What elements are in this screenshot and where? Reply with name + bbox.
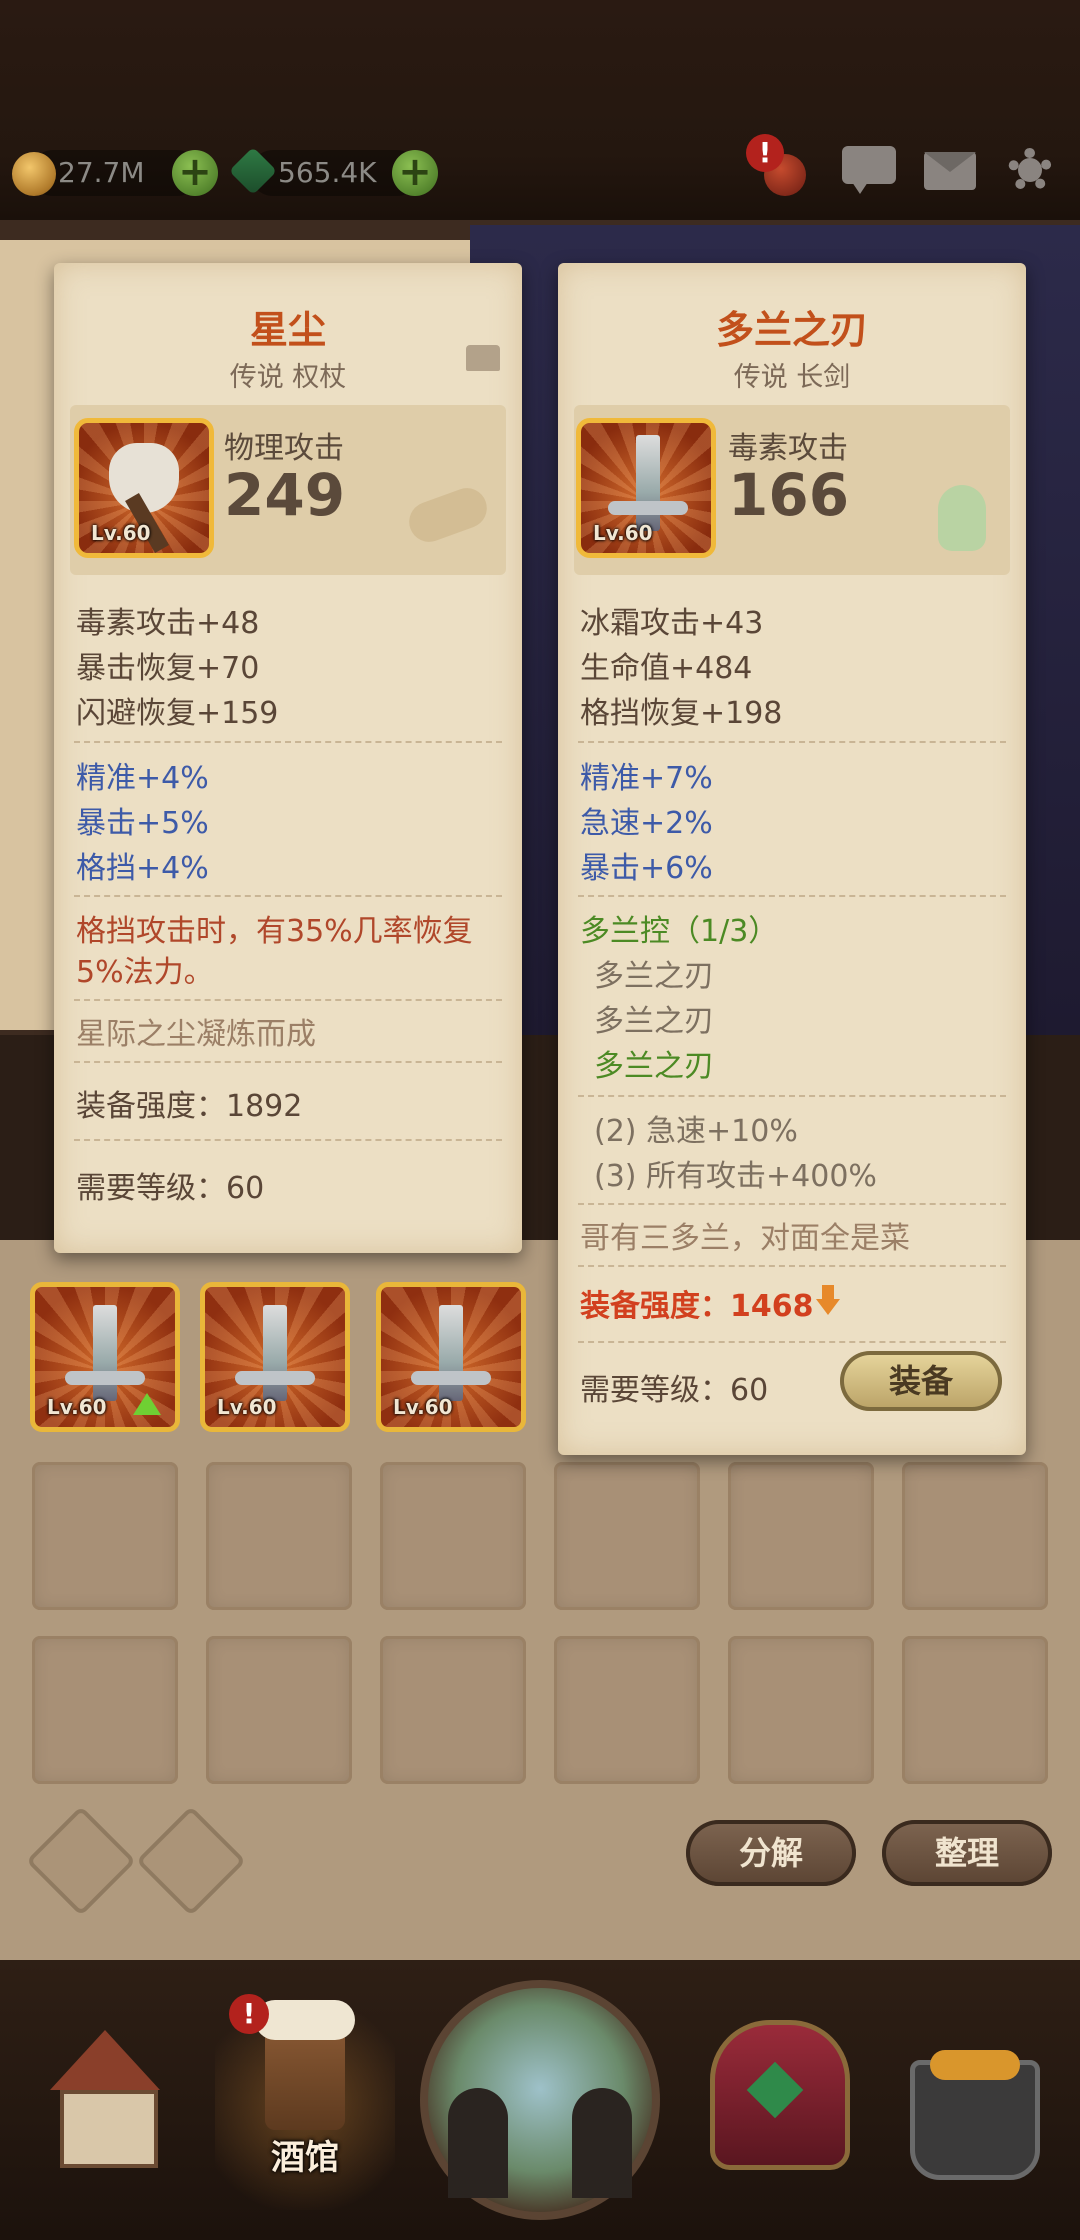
set-bonus: (2) 急速+10% — [594, 1114, 798, 1149]
percent-stat-line: 急速+2% — [580, 806, 713, 841]
set-bonus: (3) 所有攻击+400% — [594, 1159, 877, 1194]
hooded-figure-icon — [448, 2088, 508, 2198]
nav-forge[interactable] — [880, 2000, 1060, 2190]
add-gems-button[interactable]: + — [392, 150, 438, 196]
gem-amount: 565.4K — [278, 156, 377, 189]
tavern-label: 酒馆 — [271, 2138, 339, 2178]
top-bar: 27.7M + 565.4K + ! — [0, 0, 1080, 220]
power-down-arrow-icon — [816, 1285, 840, 1317]
set-item-owned: 多兰之刃 — [594, 1049, 714, 1084]
gear-icon[interactable] — [1000, 140, 1060, 200]
coin-icon — [12, 152, 56, 196]
set-item: 多兰之刃 — [594, 959, 714, 994]
empty-slot[interactable] — [380, 1462, 526, 1610]
sword-icon: Lv.60 — [576, 418, 716, 558]
alert-badge: ! — [746, 134, 784, 172]
item-level: Lv.60 — [91, 521, 151, 545]
item-name: 多兰之刃 — [715, 308, 868, 352]
empty-slot[interactable] — [32, 1636, 178, 1784]
item-card-compare: 星尘 传说 权杖 Lv.60 物理攻击 249 毒素攻击+48 暴击恢复+70 … — [54, 263, 522, 1253]
item-type: 传说 长剑 — [733, 362, 851, 393]
upgrade-arrow-icon — [133, 1393, 161, 1415]
inventory-item[interactable]: Lv.60 — [30, 1282, 180, 1432]
empty-slot[interactable] — [206, 1462, 352, 1610]
event-icon[interactable]: ! — [746, 134, 810, 200]
scepter-icon: Lv.60 — [74, 418, 214, 558]
item-level: Lv.60 — [217, 1395, 277, 1419]
set-item: 多兰之刃 — [594, 1004, 714, 1039]
stat-line: 生命值+484 — [580, 651, 753, 686]
inventory-item[interactable]: Lv.60 — [200, 1282, 350, 1432]
item-level: Lv.60 — [393, 1395, 453, 1419]
sword-icon — [65, 1305, 145, 1401]
nav-tavern[interactable]: ! 酒馆 — [215, 1980, 395, 2210]
effect-text: 5%法力。 — [76, 955, 214, 990]
stat-line: 冰霜攻击+43 — [580, 606, 764, 641]
empty-slot[interactable] — [554, 1462, 700, 1610]
empty-slot[interactable] — [902, 1462, 1048, 1610]
shirt-icon — [466, 345, 500, 371]
house-icon — [50, 2030, 160, 2090]
flavor-text: 哥有三多兰，对面全是菜 — [580, 1221, 910, 1256]
required-level: 需要等级：60 — [580, 1373, 769, 1408]
nav-adventure[interactable] — [420, 1980, 660, 2220]
item-type: 传说 权杖 — [229, 362, 347, 393]
inventory-item[interactable]: Lv.60 — [376, 1282, 526, 1432]
item-power: 装备强度：1892 — [76, 1089, 303, 1124]
mail-icon[interactable] — [920, 140, 980, 200]
sword-icon — [411, 1305, 491, 1401]
hooded-figure-icon — [572, 2088, 632, 2198]
empty-slot[interactable] — [728, 1636, 874, 1784]
coin-amount: 27.7M — [58, 156, 145, 189]
required-level: 需要等级：60 — [76, 1171, 265, 1206]
percent-stat-line: 暴击+5% — [76, 806, 209, 841]
main-stat-value: 249 — [224, 461, 346, 529]
sort-button[interactable]: 整理 — [882, 1820, 1052, 1886]
alert-badge: ! — [229, 1994, 269, 2034]
bottom-nav: ! 酒馆 — [0, 1960, 1080, 2240]
item-level: Lv.60 — [593, 521, 653, 545]
empty-slot[interactable] — [206, 1636, 352, 1784]
item-power: 装备强度：1468 — [580, 1289, 814, 1324]
percent-stat-line: 暴击+6% — [580, 851, 713, 886]
nav-treasure[interactable] — [690, 2000, 860, 2190]
empty-slot[interactable] — [728, 1462, 874, 1610]
set-name: 多兰控（1/3） — [580, 914, 779, 949]
effect-text: 格挡攻击时，有35%几率恢复 — [76, 914, 473, 949]
percent-stat-line: 格挡+4% — [76, 851, 209, 886]
empty-slot[interactable] — [902, 1636, 1048, 1784]
item-level: Lv.60 — [47, 1395, 107, 1419]
percent-stat-line: 精准+7% — [580, 761, 713, 796]
empty-slot[interactable] — [554, 1636, 700, 1784]
poison-skull-icon — [938, 485, 986, 551]
equip-button[interactable]: 装备 — [840, 1351, 1002, 1411]
item-card-selected: 多兰之刃 传说 长剑 Lv.60 毒素攻击 166 冰霜攻击+43 生命值+48… — [558, 263, 1026, 1455]
flavor-text: 星际之尘凝炼而成 — [76, 1017, 316, 1052]
stat-line: 闪避恢复+159 — [76, 696, 279, 731]
stat-line: 暴击恢复+70 — [76, 651, 260, 686]
stat-line: 格挡恢复+198 — [580, 696, 783, 731]
nav-home[interactable] — [30, 2030, 180, 2180]
item-name: 星尘 — [249, 308, 326, 352]
empty-slot[interactable] — [380, 1636, 526, 1784]
percent-stat-line: 精准+4% — [76, 761, 209, 796]
chat-icon[interactable] — [838, 140, 898, 200]
add-coins-button[interactable]: + — [172, 150, 218, 196]
empty-slot[interactable] — [32, 1462, 178, 1610]
decompose-button[interactable]: 分解 — [686, 1820, 856, 1886]
main-stat-value: 166 — [728, 461, 850, 529]
stat-line: 毒素攻击+48 — [76, 606, 260, 641]
sword-icon — [235, 1305, 315, 1401]
